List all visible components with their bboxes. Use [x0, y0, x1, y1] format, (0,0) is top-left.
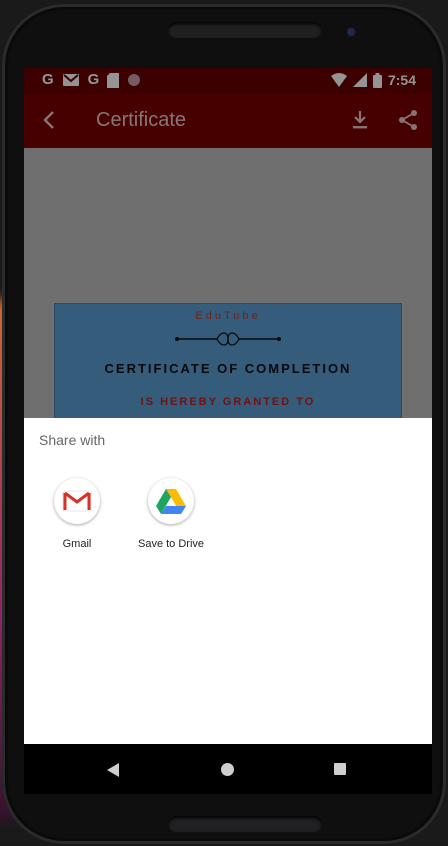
share-target-gmail[interactable]: Gmail [32, 478, 122, 550]
bottom-speaker [168, 816, 322, 832]
share-sheet: Share with Gmail Save to Drive [24, 418, 432, 744]
share-target-label: Save to Drive [137, 538, 205, 550]
share-target-drive[interactable]: Save to Drive [126, 478, 216, 550]
screen: EduTube CERTIFICATE OF COMPLETION IS HER… [24, 68, 432, 794]
nav-recents-icon[interactable] [334, 763, 346, 775]
google-drive-icon [148, 478, 194, 524]
share-sheet-heading: Share with [39, 432, 106, 448]
nav-back-icon[interactable] [106, 763, 120, 777]
top-speaker [168, 22, 322, 38]
share-target-label: Gmail [62, 538, 92, 550]
nav-home-icon[interactable] [221, 763, 234, 776]
navigation-bar [24, 744, 432, 794]
gmail-icon [54, 478, 100, 524]
front-camera [347, 28, 355, 36]
